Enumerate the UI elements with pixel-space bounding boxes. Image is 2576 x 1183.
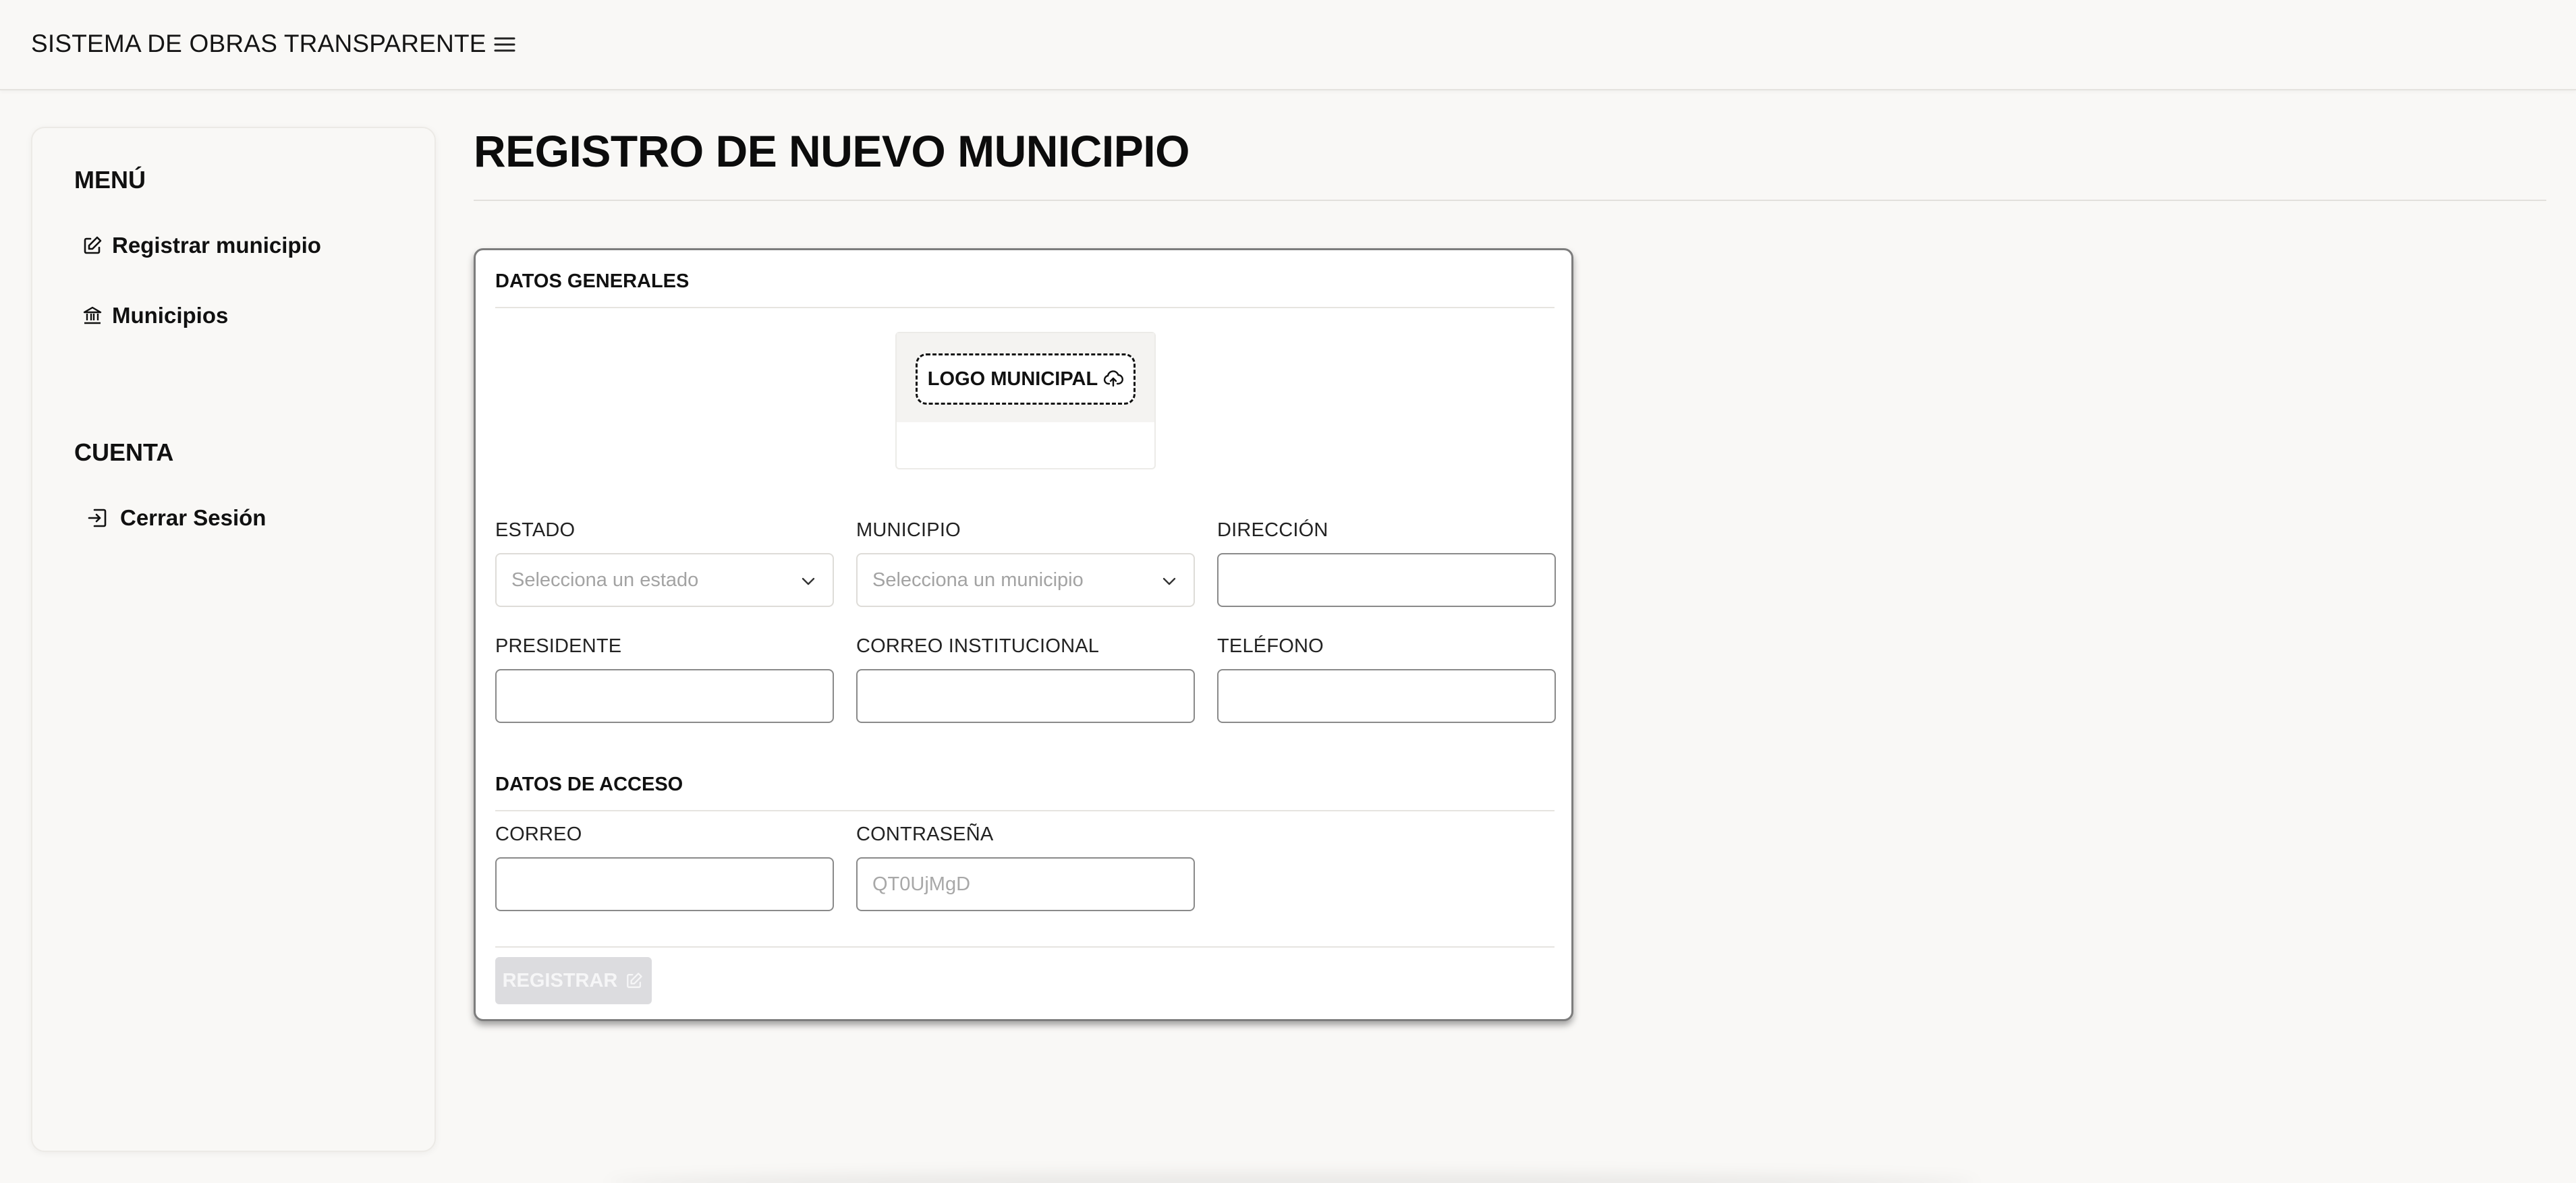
- top-bar: SISTEMA DE OBRAS TRANSPARENTE: [0, 0, 2576, 90]
- sidebar-item-label: Municipios: [112, 303, 229, 328]
- municipio-select[interactable]: Selecciona un municipio: [856, 553, 1195, 607]
- registrar-button[interactable]: REGISTRAR: [495, 957, 652, 1004]
- municipio-select-value: Selecciona un municipio: [872, 569, 1084, 591]
- bottom-shadow: [607, 1172, 1977, 1183]
- contrasena-label: CONTRASEÑA: [856, 824, 994, 845]
- account-heading: CUENTA: [74, 438, 174, 466]
- section-divider: [495, 810, 1555, 811]
- sidebar-item-municipios[interactable]: Municipios: [81, 297, 228, 335]
- section-title-datos-de-acceso: DATOS DE ACCESO: [495, 774, 683, 795]
- direccion-input[interactable]: [1217, 553, 1556, 607]
- correo-institucional-label: CORREO INSTITUCIONAL: [856, 635, 1100, 657]
- direccion-label: DIRECCIÓN: [1217, 519, 1328, 541]
- section-divider: [495, 307, 1555, 308]
- estado-select-value: Selecciona un estado: [511, 569, 699, 591]
- municipio-label: MUNICIPIO: [856, 519, 961, 541]
- telefono-label: TELÉFONO: [1217, 635, 1324, 657]
- correo-label: CORREO: [495, 824, 582, 845]
- page-title: REGISTRO DE NUEVO MUNICIPIO: [474, 126, 1189, 176]
- chevron-down-icon: [802, 577, 815, 585]
- correo-institucional-input[interactable]: [856, 669, 1195, 723]
- edit-icon: [81, 234, 104, 257]
- telefono-input[interactable]: [1217, 669, 1556, 723]
- registrar-button-label: REGISTRAR: [502, 969, 618, 991]
- sidebar-item-label: Registrar municipio: [112, 233, 321, 258]
- cloud-upload-icon: [1103, 369, 1124, 389]
- form-footer-divider: [495, 946, 1555, 948]
- contrasena-input[interactable]: [856, 857, 1195, 911]
- logout-icon: [86, 507, 109, 529]
- edit-icon: [624, 971, 644, 991]
- presidente-input[interactable]: [495, 669, 834, 723]
- logo-upload-button[interactable]: LOGO MUNICIPAL: [916, 353, 1136, 405]
- sidebar-item-registrar-municipio[interactable]: Registrar municipio: [81, 227, 321, 264]
- menu-heading: MENÚ: [74, 166, 146, 194]
- bank-icon: [81, 304, 104, 327]
- hamburger-menu-icon[interactable]: [490, 30, 520, 59]
- sidebar-item-label: Cerrar Sesión: [120, 505, 267, 530]
- logo-upload-area: LOGO MUNICIPAL: [895, 332, 1156, 469]
- section-title-datos-generales: DATOS GENERALES: [495, 270, 690, 292]
- presidente-label: PRESIDENTE: [495, 635, 622, 657]
- sidebar-item-cerrar-sesion[interactable]: Cerrar Sesión: [86, 499, 266, 537]
- sidebar: MENÚ Registrar municipio Municipios CUEN…: [31, 127, 436, 1152]
- title-divider: [474, 200, 2546, 201]
- chevron-down-icon: [1163, 577, 1176, 585]
- estado-select[interactable]: Selecciona un estado: [495, 553, 834, 607]
- logo-upload-label: LOGO MUNICIPAL: [927, 368, 1098, 390]
- app-title: SISTEMA DE OBRAS TRANSPARENTE: [31, 30, 486, 57]
- estado-label: ESTADO: [495, 519, 576, 541]
- correo-input[interactable]: [495, 857, 834, 911]
- register-form-card: DATOS GENERALES LOGO MUNICIPAL ESTADO Se…: [474, 248, 1573, 1021]
